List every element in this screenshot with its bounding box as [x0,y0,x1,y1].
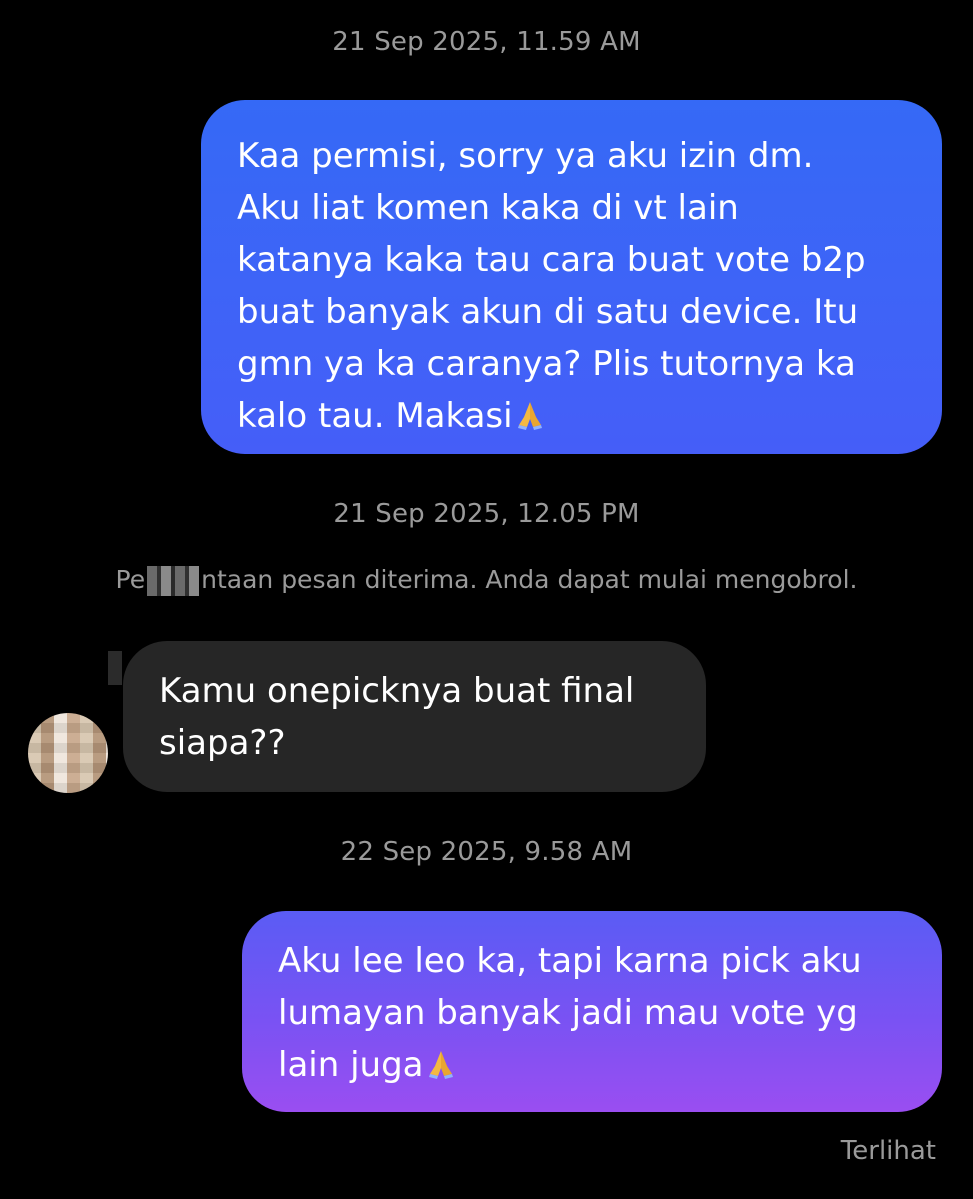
censor-block [147,566,200,596]
incoming-message-bubble[interactable]: Kamu onepicknya buat final siapa?? [123,641,706,792]
timestamp: 21 Sep 2025, 12.05 PM [333,499,640,529]
timestamp: 21 Sep 2025, 11.59 AM [332,27,641,57]
outgoing-message-bubble[interactable]: Aku lee leo ka, tapi karna pick aku luma… [242,911,942,1112]
system-note-start: Pe [115,565,146,594]
message-text: Kaa permisi, sorry ya aku izin dm. Aku l… [237,136,866,436]
message-text: Aku lee leo ka, tapi karna pick aku luma… [278,941,862,1085]
seen-status: Terlihat [840,1136,936,1166]
folded-hands-icon [428,1051,453,1079]
message-request-accepted-note: Pe ntaan pesan diterima. Anda dapat mulai… [0,565,973,596]
timestamp: 22 Sep 2025, 9.58 AM [340,837,633,867]
outgoing-message-bubble[interactable]: Kaa permisi, sorry ya aku izin dm. Aku l… [201,100,942,454]
message-text: Kamu onepicknya buat final siapa?? [159,671,635,763]
censor-block [108,651,122,685]
avatar[interactable] [28,713,108,793]
system-note-end: ntaan pesan diterima. Anda dapat mulai m… [201,565,858,594]
folded-hands-icon [517,402,542,430]
